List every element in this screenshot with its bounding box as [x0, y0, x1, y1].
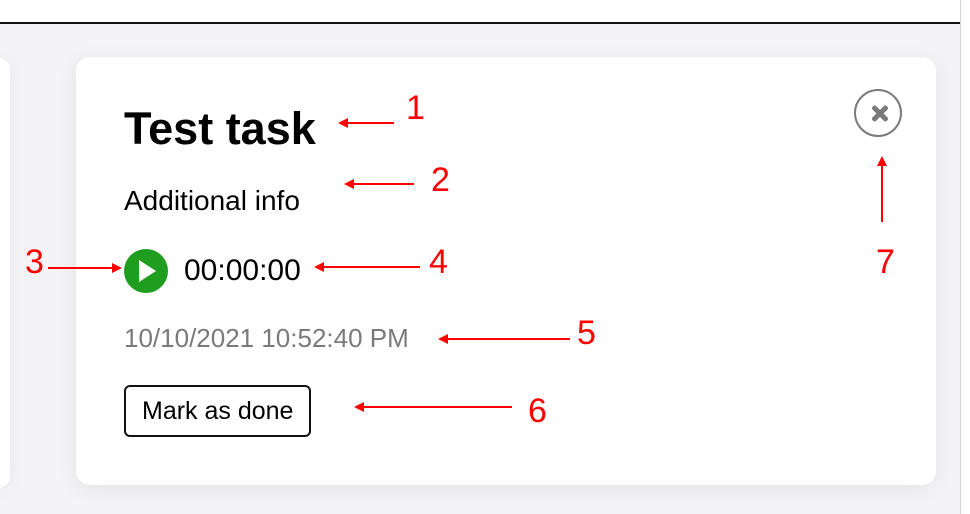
annotation-overlay: 1 2 3 4 5 6 7	[25, 89, 895, 430]
annotation-label-4: 4	[429, 243, 448, 281]
annotation-label-5: 5	[577, 314, 596, 352]
annotation-label-7: 7	[876, 243, 895, 281]
annotation-label-1: 1	[406, 89, 425, 127]
annotation-label-2: 2	[431, 161, 450, 199]
annotation-label-3: 3	[25, 243, 44, 281]
annotation-label-6: 6	[528, 392, 547, 430]
